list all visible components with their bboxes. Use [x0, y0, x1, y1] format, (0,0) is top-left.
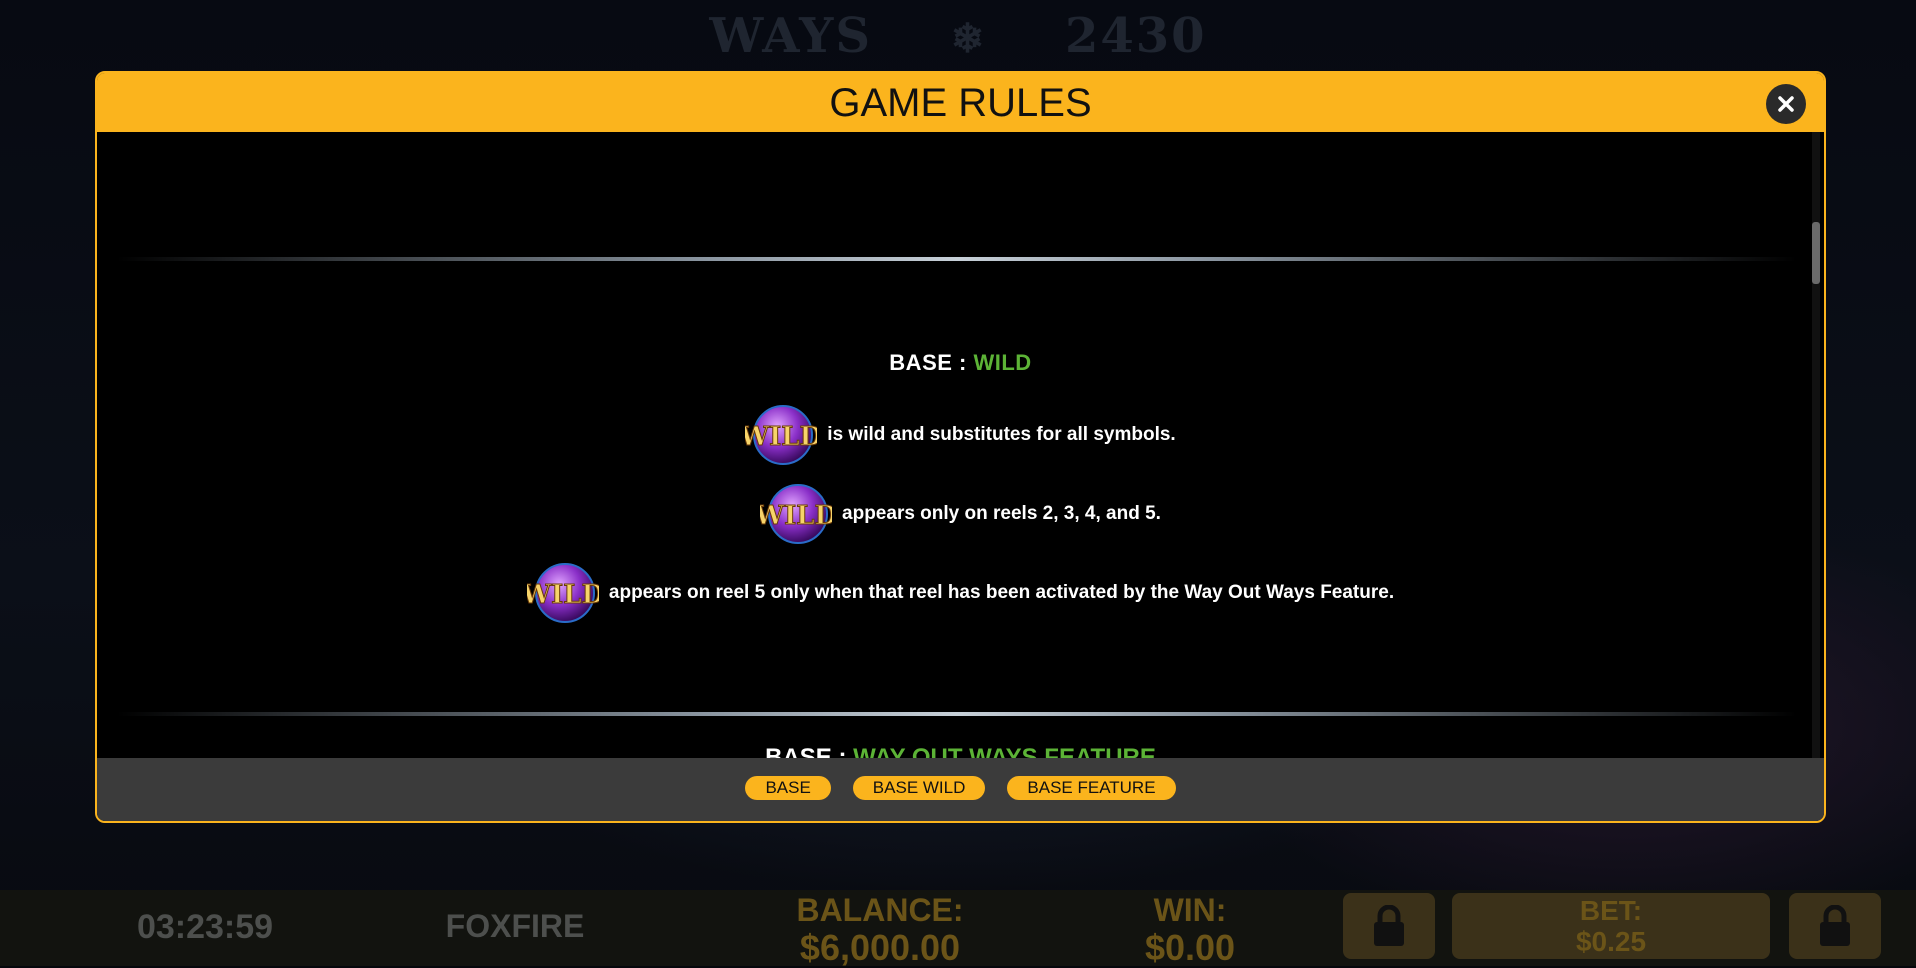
balance: BALANCE: $6,000.00 [770, 892, 990, 968]
close-icon [1778, 96, 1794, 112]
modal-footer: BASE BASE WILD BASE FEATURE [97, 758, 1824, 821]
scrollbar-thumb[interactable] [1812, 222, 1820, 284]
modal-header: GAME RULES [97, 73, 1824, 132]
bet-label: BET: [1579, 895, 1643, 926]
modal-title: GAME RULES [829, 81, 1092, 125]
svg-text:WILD: WILD [745, 422, 817, 452]
divider [117, 257, 1797, 261]
section-prefix: BASE : [889, 350, 974, 375]
win-value: $0.00 [1144, 927, 1236, 968]
snowflake-icon: ❄ [950, 15, 987, 62]
rule-text: appears on reel 5 only when that reel ha… [608, 582, 1395, 603]
ways-header: WAYS ❄ 2430 [0, 8, 1916, 64]
divider [117, 712, 1797, 716]
ways-label: WAYS [709, 8, 873, 64]
svg-text:WILD: WILD [527, 580, 599, 610]
rules-content[interactable]: BASE : WILD WILD is wild and substitutes… [97, 132, 1824, 758]
rule-text: is wild and substitutes for all symbols. [827, 424, 1176, 445]
section-name: WILD [973, 350, 1032, 375]
bet-value: $0.25 [1575, 926, 1647, 957]
section-title: BASE : WILD [97, 350, 1824, 376]
wild-symbol-icon: WILD [760, 484, 832, 544]
game-rules-modal: GAME RULES BASE : WILD WILD is wild and … [95, 71, 1826, 823]
game-name: FOXFIRE [445, 908, 585, 944]
next-section-title: BASE : WAY OUT WAYS FEATURE [97, 744, 1824, 758]
lock-icon [1374, 905, 1404, 946]
next-section-name: WAY OUT WAYS FEATURE [853, 744, 1156, 758]
rule-line: WILD appears on reel 5 only when that re… [97, 561, 1824, 625]
close-button[interactable] [1766, 84, 1806, 124]
clock: 03:23:59 [136, 908, 274, 946]
lock-button-right[interactable] [1789, 893, 1881, 959]
svg-text:WILD: WILD [760, 501, 832, 531]
tab-base-feature[interactable]: BASE FEATURE [1007, 776, 1176, 800]
rule-line: WILD is wild and substitutes for all sym… [97, 403, 1824, 467]
next-section-prefix: BASE : [765, 744, 854, 758]
tab-base-wild[interactable]: BASE WILD [852, 776, 986, 800]
bet-button[interactable]: BET: $0.25 [1452, 893, 1770, 959]
ways-count: 2430 [1064, 8, 1207, 64]
win-label: WIN: [1153, 892, 1227, 928]
rule-line: WILD appears only on reels 2, 3, 4, and … [97, 482, 1824, 546]
section-tabs: BASE BASE WILD BASE FEATURE [97, 776, 1824, 800]
wild-symbol-icon: WILD [527, 563, 599, 623]
rule-text: appears only on reels 2, 3, 4, and 5. [842, 503, 1161, 524]
lock-button-left[interactable] [1343, 893, 1435, 959]
tab-base[interactable]: BASE [745, 776, 831, 800]
win: WIN: $0.00 [1110, 892, 1270, 968]
balance-value: $6,000.00 [799, 927, 961, 968]
lock-icon [1820, 905, 1850, 946]
balance-label: BALANCE: [796, 892, 964, 928]
wild-symbol-icon: WILD [745, 405, 817, 465]
